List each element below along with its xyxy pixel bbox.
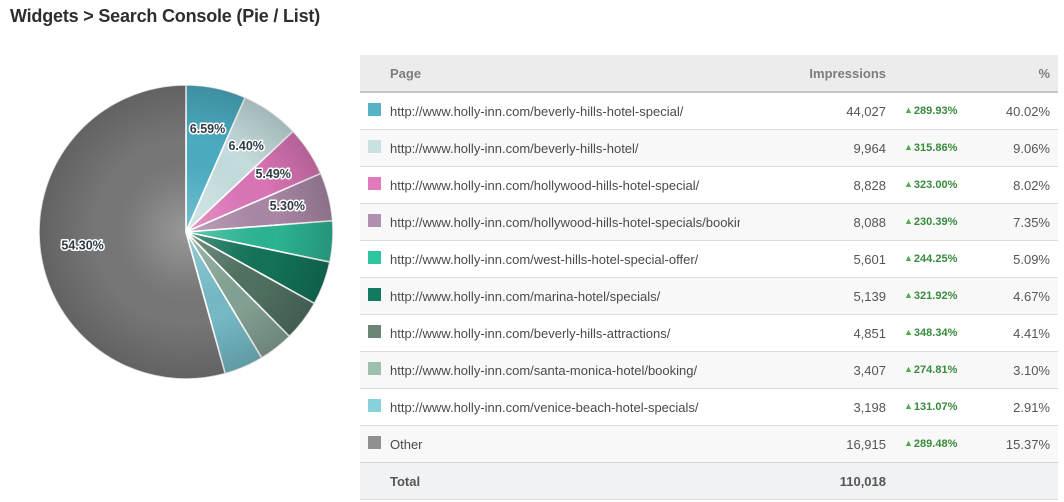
percent-value: 4.67%	[981, 289, 1050, 304]
row-color-swatch	[368, 214, 381, 227]
impressions-value: 5,139	[740, 289, 886, 304]
header-col-impressions[interactable]: Impressions	[740, 66, 886, 81]
percent-value: 4.41%	[981, 326, 1050, 341]
change-value: ▲274.81%	[886, 364, 981, 376]
pie-slice-label: 54.30%	[61, 238, 103, 252]
table-row[interactable]: http://www.holly-inn.com/venice-beach-ho…	[360, 388, 1058, 425]
table-total-row: Total 110,018	[360, 462, 1058, 500]
page-url[interactable]: http://www.holly-inn.com/beverly-hills-h…	[390, 141, 740, 156]
table-row[interactable]: Other16,915▲289.48%15.37%	[360, 425, 1058, 462]
impressions-value: 44,027	[740, 104, 886, 119]
impressions-value: 16,915	[740, 437, 886, 452]
trend-up-icon: ▲	[904, 105, 913, 115]
impressions-value: 5,601	[740, 252, 886, 267]
table-row[interactable]: http://www.holly-inn.com/beverly-hills-a…	[360, 314, 1058, 351]
change-value: ▲131.07%	[886, 401, 981, 413]
trend-up-icon: ▲	[904, 364, 913, 374]
page-url[interactable]: http://www.holly-inn.com/beverly-hills-h…	[390, 104, 740, 119]
pie-slice-label: 5.30%	[270, 199, 305, 213]
table-row[interactable]: http://www.holly-inn.com/hollywood-hills…	[360, 203, 1058, 240]
impressions-value: 8,828	[740, 178, 886, 193]
row-swatch-cell	[368, 103, 390, 119]
row-swatch-cell	[368, 436, 390, 452]
page-url[interactable]: Other	[390, 437, 740, 452]
trend-up-icon: ▲	[904, 290, 913, 300]
row-color-swatch	[368, 140, 381, 153]
table-row[interactable]: http://www.holly-inn.com/santa-monica-ho…	[360, 351, 1058, 388]
total-label: Total	[390, 474, 740, 489]
trend-up-icon: ▲	[904, 142, 913, 152]
row-color-swatch	[368, 436, 381, 449]
percent-value: 7.35%	[981, 215, 1050, 230]
trend-up-icon: ▲	[904, 438, 913, 448]
trend-up-icon: ▲	[904, 216, 913, 226]
impressions-value: 9,964	[740, 141, 886, 156]
percent-value: 15.37%	[981, 437, 1050, 452]
row-swatch-cell	[368, 177, 390, 193]
pie-slice-label: 6.59%	[190, 122, 225, 136]
page-url[interactable]: http://www.holly-inn.com/west-hills-hote…	[390, 252, 740, 267]
change-value: ▲289.48%	[886, 438, 981, 450]
page-url[interactable]: http://www.holly-inn.com/marina-hotel/sp…	[390, 289, 740, 304]
table-row[interactable]: http://www.holly-inn.com/beverly-hills-h…	[360, 93, 1058, 129]
percent-value: 8.02%	[981, 178, 1050, 193]
table-row[interactable]: http://www.holly-inn.com/marina-hotel/sp…	[360, 277, 1058, 314]
trend-up-icon: ▲	[904, 327, 913, 337]
row-swatch-cell	[368, 325, 390, 341]
row-color-swatch	[368, 362, 381, 375]
page-url[interactable]: http://www.holly-inn.com/hollywood-hills…	[390, 215, 740, 230]
pie-chart: 6.59%6.40% 5.49% 5.30% 54.30%	[0, 48, 372, 420]
row-color-swatch	[368, 399, 381, 412]
header-col-page[interactable]: Page	[390, 66, 740, 81]
row-swatch-cell	[368, 214, 390, 230]
page-title: Widgets > Search Console (Pie / List)	[10, 6, 320, 27]
total-impressions: 110,018	[740, 474, 886, 489]
search-console-table: Page Impressions % http://www.holly-inn.…	[360, 55, 1058, 500]
percent-value: 5.09%	[981, 252, 1050, 267]
row-swatch-cell	[368, 140, 390, 156]
change-value: ▲321.92%	[886, 290, 981, 302]
table-row[interactable]: http://www.holly-inn.com/west-hills-hote…	[360, 240, 1058, 277]
percent-value: 3.10%	[981, 363, 1050, 378]
row-swatch-cell	[368, 251, 390, 267]
impressions-value: 4,851	[740, 326, 886, 341]
change-value: ▲244.25%	[886, 253, 981, 265]
row-color-swatch	[368, 325, 381, 338]
impressions-value: 3,198	[740, 400, 886, 415]
impressions-value: 8,088	[740, 215, 886, 230]
trend-up-icon: ▲	[904, 253, 913, 263]
page-url[interactable]: http://www.holly-inn.com/beverly-hills-a…	[390, 326, 740, 341]
trend-up-icon: ▲	[904, 401, 913, 411]
row-color-swatch	[368, 288, 381, 301]
table-body: http://www.holly-inn.com/beverly-hills-h…	[360, 93, 1058, 462]
trend-up-icon: ▲	[904, 179, 913, 189]
impressions-value: 3,407	[740, 363, 886, 378]
change-value: ▲323.00%	[886, 179, 981, 191]
row-swatch-cell	[368, 399, 390, 415]
row-color-swatch	[368, 251, 381, 264]
table-row[interactable]: http://www.holly-inn.com/beverly-hills-h…	[360, 129, 1058, 166]
change-value: ▲315.86%	[886, 142, 981, 154]
pie-slice-label: 6.40%	[228, 139, 263, 153]
change-value: ▲230.39%	[886, 216, 981, 228]
percent-value: 2.91%	[981, 400, 1050, 415]
percent-value: 9.06%	[981, 141, 1050, 156]
page-url[interactable]: http://www.holly-inn.com/santa-monica-ho…	[390, 363, 740, 378]
header-col-percent[interactable]: %	[981, 66, 1050, 81]
percent-value: 40.02%	[981, 104, 1050, 119]
change-value: ▲348.34%	[886, 327, 981, 339]
row-swatch-cell	[368, 288, 390, 304]
row-color-swatch	[368, 177, 381, 190]
change-value: ▲289.93%	[886, 105, 981, 117]
row-color-swatch	[368, 103, 381, 116]
table-row[interactable]: http://www.holly-inn.com/hollywood-hills…	[360, 166, 1058, 203]
pie-chart-svg: 6.59%6.40% 5.49% 5.30% 54.30%	[0, 48, 372, 420]
row-swatch-cell	[368, 362, 390, 378]
pie-slice-label: 5.49%	[255, 167, 290, 181]
page-url[interactable]: http://www.holly-inn.com/venice-beach-ho…	[390, 400, 740, 415]
table-header: Page Impressions %	[360, 55, 1058, 93]
page-url[interactable]: http://www.holly-inn.com/hollywood-hills…	[390, 178, 740, 193]
